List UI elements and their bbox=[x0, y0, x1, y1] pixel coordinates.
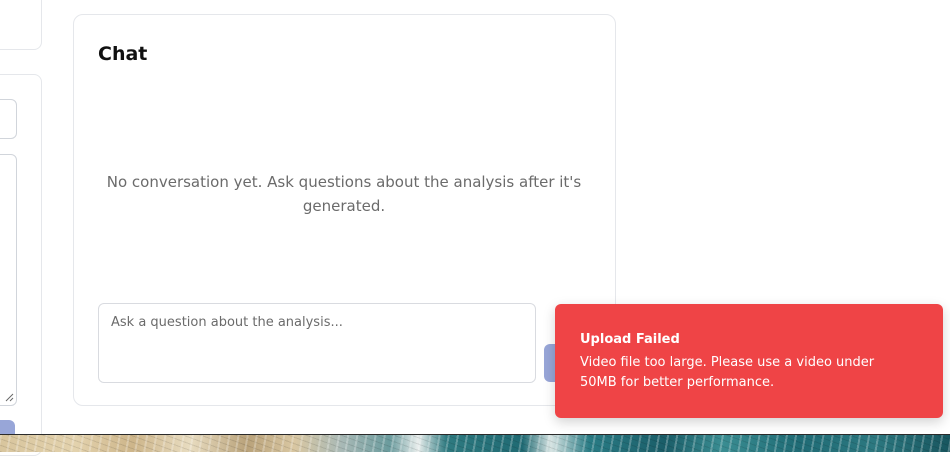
upload-card bbox=[0, 0, 42, 50]
chat-empty-message: No conversation yet. Ask questions about… bbox=[106, 173, 582, 215]
chat-question-input[interactable] bbox=[98, 303, 536, 383]
chat-title: Chat bbox=[98, 43, 148, 65]
background-beach-image bbox=[0, 434, 950, 452]
chat-card: Chat No conversation yet. Ask questions … bbox=[73, 14, 616, 406]
beach-texture bbox=[0, 435, 950, 452]
resize-handle-icon[interactable] bbox=[4, 392, 14, 402]
error-toast[interactable]: Upload Failed Video file too large. Plea… bbox=[555, 304, 943, 418]
toast-message: Video file too large. Please use a video… bbox=[580, 355, 875, 390]
settings-input[interactable] bbox=[0, 99, 17, 139]
prompt-textarea[interactable] bbox=[0, 154, 17, 406]
toast-title: Upload Failed bbox=[580, 332, 680, 347]
